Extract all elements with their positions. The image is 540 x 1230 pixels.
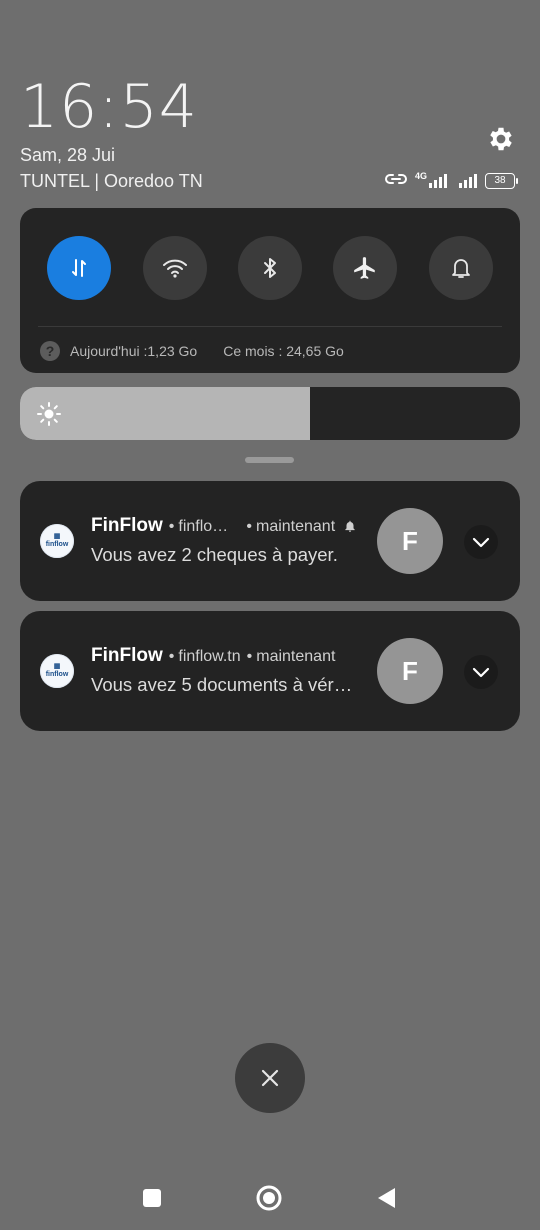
drag-handle[interactable] <box>245 457 294 463</box>
battery-level: 38 <box>485 173 515 189</box>
wifi-icon <box>163 259 187 278</box>
notification-body: Vous avez 2 cheques à payer. <box>91 544 338 565</box>
brightness-fill <box>20 387 310 440</box>
finflow-logo-icon: ▦ finflow <box>40 654 74 688</box>
airplane-icon <box>354 257 375 279</box>
data-usage-row[interactable]: ? Aujourd'hui :1,23 Go Ce mois : 24,65 G… <box>40 340 344 362</box>
notification-source: finflo… <box>178 518 229 535</box>
mobile-data-toggle[interactable] <box>47 236 111 300</box>
signal-4g-icon <box>429 174 447 188</box>
quick-settings-panel: ? Aujourd'hui :1,23 Go Ce mois : 24,65 G… <box>20 208 520 373</box>
bell-icon <box>343 517 357 538</box>
network-type-label: 4G <box>414 171 427 181</box>
bluetooth-toggle[interactable] <box>238 236 302 300</box>
sound-toggle[interactable] <box>429 236 493 300</box>
home-button[interactable] <box>253 1182 285 1214</box>
battery-icon: 38 <box>485 173 518 189</box>
notification-header: FinFlow • finflo… • maintenant <box>91 515 357 537</box>
expand-button[interactable] <box>464 525 498 559</box>
usage-today: Aujourd'hui :1,23 Go <box>70 343 198 359</box>
data-transfer-icon <box>72 259 86 277</box>
notification-card[interactable]: ▦ finflow FinFlow • finflo… • maintenant … <box>20 481 520 601</box>
circle-icon <box>256 1185 282 1211</box>
wifi-toggle[interactable] <box>143 236 207 300</box>
notification-card[interactable]: ▦ finflow FinFlow • finflow.tn • maintena… <box>20 611 520 731</box>
bluetooth-icon <box>264 258 276 278</box>
signal-icon <box>459 174 477 188</box>
notification-app-name: FinFlow <box>91 515 163 536</box>
help-icon: ? <box>40 341 60 361</box>
divider <box>38 326 502 327</box>
triangle-back-icon <box>378 1188 395 1208</box>
brightness-slider[interactable] <box>20 387 520 440</box>
avatar: F <box>377 508 443 574</box>
gear-icon[interactable] <box>486 124 516 154</box>
notification-time: maintenant <box>256 648 336 665</box>
status-icons: 4G 38 <box>385 170 518 192</box>
notification-source: finflow.tn <box>178 648 241 665</box>
recents-button[interactable] <box>136 1182 168 1214</box>
notification-body: Vous avez 5 documents à vér… <box>91 674 353 695</box>
airplane-mode-toggle[interactable] <box>333 236 397 300</box>
back-button[interactable] <box>370 1182 402 1214</box>
chevron-down-icon <box>472 537 490 548</box>
link-icon <box>385 171 407 192</box>
clock-time: 16:54 <box>20 72 198 142</box>
chevron-down-icon <box>472 667 490 678</box>
clear-all-button[interactable] <box>235 1043 305 1113</box>
date-label: Sam, 28 Jui <box>20 145 116 165</box>
carrier-label: TUNTEL | Ooredoo TN <box>20 171 203 191</box>
notification-app-name: FinFlow <box>91 645 163 666</box>
expand-button[interactable] <box>464 655 498 689</box>
bell-icon <box>452 259 470 278</box>
usage-month: Ce mois : 24,65 Go <box>223 343 344 359</box>
close-icon <box>261 1069 279 1087</box>
sun-icon <box>37 402 61 426</box>
finflow-logo-icon: ▦ finflow <box>40 524 74 558</box>
square-icon <box>143 1189 161 1207</box>
notification-time: maintenant <box>255 518 336 535</box>
notification-header: FinFlow • finflow.tn • maintenant <box>91 645 336 666</box>
avatar: F <box>377 638 443 704</box>
